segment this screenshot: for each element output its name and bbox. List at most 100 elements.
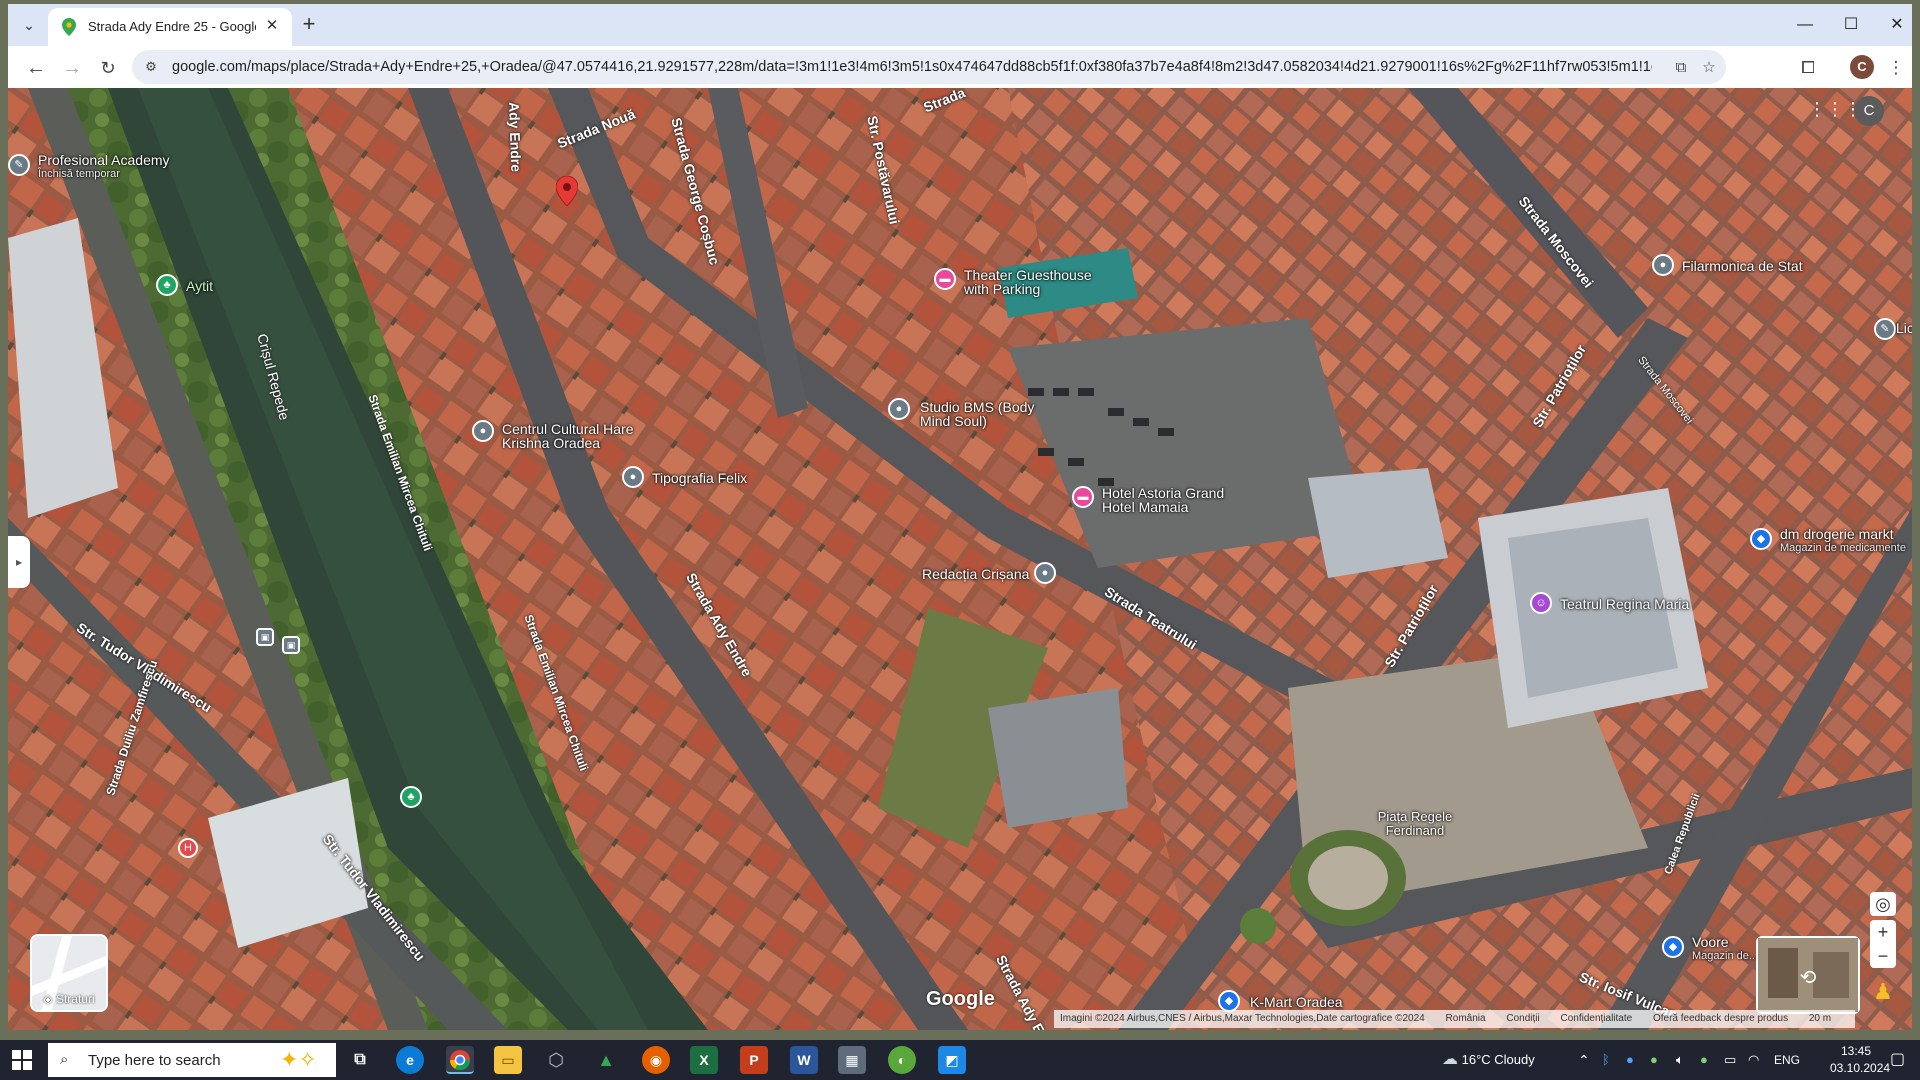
place-label[interactable]: Profesional Academy Închisă temporar bbox=[38, 152, 170, 180]
bus-stop-icon[interactable]: ▣ bbox=[256, 628, 274, 646]
search-highlight-icon: ✦✧ bbox=[280, 1047, 317, 1072]
google-apps-grid-icon[interactable]: ⋮⋮⋮ bbox=[1808, 98, 1862, 120]
tray-app-icon[interactable]: ● bbox=[1700, 1040, 1708, 1080]
battery-icon[interactable]: ▭ bbox=[1724, 1040, 1736, 1080]
street-view-preview: ⟲ bbox=[1758, 938, 1858, 1012]
address-bar[interactable]: ⚙ google.com/maps/place/Strada+Ady+Endre… bbox=[132, 50, 1726, 84]
close-window-icon[interactable]: ✕ bbox=[1874, 12, 1920, 38]
school-icon[interactable]: ✎ bbox=[8, 154, 30, 176]
extensions-icon[interactable]: ⧠ bbox=[1794, 54, 1822, 82]
minimize-icon[interactable]: — bbox=[1782, 12, 1828, 38]
street-view-thumbnail[interactable]: ⟲ bbox=[1756, 936, 1860, 1014]
place-label[interactable]: Piața Regele Ferdinand bbox=[1360, 810, 1470, 838]
map-canvas[interactable]: Ady Endre Strada Nouă Strada George Coșb… bbox=[8, 88, 1912, 1030]
calculator-icon[interactable]: ▦ bbox=[838, 1046, 866, 1074]
place-icon[interactable]: ● bbox=[1652, 254, 1674, 276]
shopping-cart-icon[interactable]: ◆ bbox=[1218, 990, 1240, 1012]
clock[interactable]: 13:45 03.10.2024 bbox=[1830, 1043, 1890, 1077]
google-drive-icon[interactable]: ▲ bbox=[592, 1046, 620, 1074]
word-icon[interactable]: W bbox=[790, 1046, 818, 1074]
url-text[interactable]: google.com/maps/place/Strada+Ady+Endre+2… bbox=[172, 59, 1652, 75]
tab-close-icon[interactable]: ✕ bbox=[262, 16, 282, 36]
app-blue-icon[interactable]: ◩ bbox=[938, 1046, 966, 1074]
profile-avatar[interactable]: C bbox=[1850, 55, 1874, 79]
account-avatar[interactable]: C bbox=[1854, 96, 1884, 126]
maps-pin-icon bbox=[62, 18, 76, 36]
language-indicator[interactable]: ENG bbox=[1774, 1040, 1800, 1080]
layers-button[interactable]: ◈ Straturi bbox=[30, 934, 108, 1012]
network-icon[interactable]: ◠ bbox=[1748, 1040, 1759, 1080]
terms-link[interactable]: Condiții bbox=[1506, 1013, 1539, 1024]
chrome-icon[interactable] bbox=[446, 1046, 474, 1074]
forward-arrow-icon[interactable]: → bbox=[58, 54, 86, 82]
school-icon[interactable]: ✎ bbox=[1874, 318, 1896, 340]
menu-kebab-icon[interactable]: ⋮ bbox=[1882, 54, 1910, 82]
chrome-logo bbox=[449, 1050, 471, 1071]
powerpoint-icon[interactable]: P bbox=[740, 1046, 768, 1074]
task-view-icon[interactable]: ⧉ bbox=[346, 1046, 374, 1074]
browser-toolbar: ← → ↻ ⚙ google.com/maps/place/Strada+Ady… bbox=[8, 46, 1912, 88]
bus-stop-icon[interactable]: ▣ bbox=[282, 636, 300, 654]
park-tree-icon[interactable]: ♣ bbox=[156, 274, 178, 296]
tray-app-icon[interactable]: ● bbox=[1626, 1040, 1634, 1080]
place-label[interactable]: Hotel Astoria Grand Hotel Mamaia bbox=[1102, 486, 1242, 514]
hotel-bed-icon[interactable]: ▬ bbox=[1072, 486, 1094, 508]
place-label[interactable]: Centrul Cultural Hare Krishna Oradea bbox=[502, 422, 652, 450]
weather-widget[interactable]: ☁ 16°C Cloudy bbox=[1442, 1040, 1535, 1080]
place-label[interactable]: Aytit bbox=[186, 278, 213, 294]
collapse-side-panel-button[interactable]: ▸ bbox=[8, 536, 30, 588]
place-label[interactable]: Voore Magazin de... bbox=[1692, 934, 1758, 962]
place-icon[interactable]: ● bbox=[1034, 562, 1056, 584]
volume-icon[interactable]: 🔈︎ bbox=[1676, 1040, 1684, 1080]
theater-masks-icon[interactable]: ☺ bbox=[1530, 592, 1552, 614]
zoom-out-button[interactable]: − bbox=[1870, 944, 1896, 968]
reload-icon[interactable]: ↻ bbox=[94, 54, 122, 82]
app-hexagon-icon[interactable]: ⬡ bbox=[542, 1046, 570, 1074]
place-icon[interactable]: ● bbox=[888, 398, 910, 420]
selected-place-pin-icon[interactable] bbox=[556, 176, 578, 206]
place-label[interactable]: Theater Guesthouse with Parking bbox=[964, 268, 1114, 296]
maximize-icon[interactable]: ☐ bbox=[1828, 12, 1874, 38]
hotel-bed-icon[interactable]: ▬ bbox=[934, 268, 956, 290]
install-app-icon[interactable]: ⧉ bbox=[1670, 57, 1692, 79]
feedback-link[interactable]: Oferă feedback despre produs bbox=[1653, 1013, 1788, 1024]
pegman-icon[interactable]: ♟ bbox=[1870, 980, 1896, 1004]
file-explorer-icon[interactable]: ▭ bbox=[494, 1046, 522, 1074]
tray-app-icon[interactable]: ● bbox=[1650, 1040, 1658, 1080]
taskbar-search-box[interactable]: ⌕ Type here to search ✦✧ bbox=[48, 1043, 336, 1077]
shopping-bag-icon[interactable]: ◆ bbox=[1662, 936, 1684, 958]
back-arrow-icon[interactable]: ← bbox=[22, 54, 50, 82]
my-location-icon[interactable]: ◎ bbox=[1870, 892, 1896, 916]
privacy-link[interactable]: Confidențialitate bbox=[1560, 1013, 1632, 1024]
notifications-icon[interactable]: ▢ bbox=[1890, 1040, 1905, 1080]
zoom-in-button[interactable]: + bbox=[1870, 920, 1896, 944]
place-icon[interactable]: ● bbox=[622, 466, 644, 488]
country-link[interactable]: România bbox=[1446, 1013, 1486, 1024]
bookmark-star-icon[interactable]: ☆ bbox=[1698, 57, 1720, 79]
new-tab-button[interactable]: + bbox=[296, 12, 322, 38]
place-label[interactable]: K-Mart Oradea bbox=[1250, 994, 1343, 1010]
edge-icon[interactable]: e bbox=[396, 1046, 424, 1074]
park-tree-icon[interactable]: ♣ bbox=[400, 786, 422, 808]
shopping-bag-icon[interactable]: ◆ bbox=[1750, 528, 1772, 550]
place-label[interactable]: Lic bbox=[1896, 320, 1912, 336]
place-icon[interactable]: ● bbox=[472, 420, 494, 442]
tab-search-chevron-icon[interactable]: ⌄ bbox=[16, 12, 42, 38]
hospital-icon[interactable]: H bbox=[178, 838, 198, 858]
place-label[interactable]: Filarmonica de Stat bbox=[1682, 258, 1803, 274]
place-label[interactable]: dm drogerie markt Magazin de medicamente bbox=[1780, 526, 1906, 554]
windows-start-icon[interactable] bbox=[12, 1050, 32, 1070]
excel-icon[interactable]: X bbox=[690, 1046, 718, 1074]
site-info-icon[interactable]: ⚙ bbox=[142, 58, 160, 76]
place-label[interactable]: Tipografia Felix bbox=[652, 470, 747, 486]
place-label[interactable]: Redacția Crișana bbox=[922, 566, 1029, 582]
place-label[interactable]: Teatrul Regina Maria bbox=[1560, 596, 1689, 612]
app-green-icon[interactable]: ◐ bbox=[888, 1046, 916, 1074]
place-label[interactable]: Studio BMS (Body Mind Soul) bbox=[920, 400, 1060, 428]
bluetooth-icon[interactable]: ᛒ bbox=[1602, 1040, 1610, 1080]
tab-google-maps[interactable]: Strada Ady Endre 25 - Google Maps ✕ bbox=[48, 8, 292, 46]
firefox-icon[interactable]: ◉ bbox=[642, 1046, 670, 1074]
tray-chevron-icon[interactable]: ⌃ bbox=[1578, 1040, 1590, 1080]
cloud-icon: ☁ bbox=[1442, 1051, 1458, 1068]
scale-bar[interactable]: 20 m bbox=[1809, 1013, 1831, 1024]
